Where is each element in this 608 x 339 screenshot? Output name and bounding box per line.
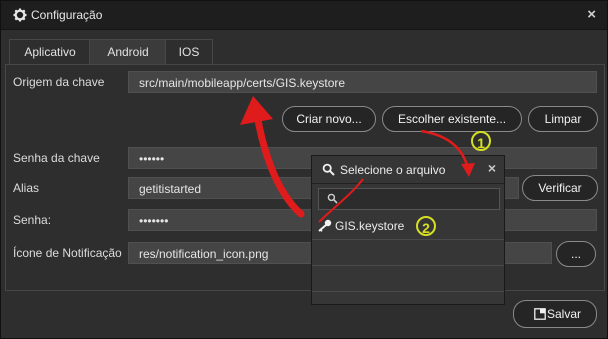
escolher-existente-button[interactable]: Escolher existente... — [382, 106, 522, 132]
file-picker-popup: Selecione o arquivo × GIS.keystore — [311, 155, 505, 305]
tab-ios[interactable]: IOS — [165, 39, 213, 65]
save-icon — [534, 308, 546, 320]
step-2-marker: 2 — [416, 216, 436, 236]
list-item-label: GIS.keystore — [335, 219, 405, 233]
tab-aplicativo[interactable]: Aplicativo — [9, 39, 91, 65]
file-picker-header: Selecione o arquivo × — [312, 156, 504, 184]
file-picker-title: Selecione o arquivo — [340, 163, 446, 177]
salvar-label: Salvar — [546, 307, 581, 321]
window-title: Configuração — [31, 8, 103, 22]
tab-android[interactable]: Android — [89, 39, 167, 65]
senha-label: Senha: — [13, 213, 52, 227]
file-search-input[interactable] — [318, 188, 500, 210]
origem-field[interactable]: src/main/mobileapp/certs/GIS.keystore — [128, 71, 597, 93]
close-icon[interactable]: × — [488, 160, 496, 176]
list-item — [312, 265, 504, 292]
criar-novo-button[interactable]: Criar novo... — [282, 106, 376, 132]
browse-button[interactable]: ... — [556, 241, 596, 267]
list-item — [312, 239, 504, 266]
list-item[interactable]: GIS.keystore — [312, 213, 504, 239]
salvar-button[interactable]: Salvar — [513, 300, 597, 328]
verificar-button[interactable]: Verificar — [522, 175, 598, 201]
search-icon — [327, 193, 338, 204]
limpar-button[interactable]: Limpar — [528, 106, 598, 132]
step-1-marker: 1 — [471, 131, 491, 151]
origem-label: Origem da chave — [13, 75, 105, 89]
search-icon — [322, 163, 335, 176]
list-item — [312, 291, 504, 304]
icone-notificacao-label: Ícone de Notificação — [13, 246, 122, 260]
gear-icon — [13, 8, 27, 22]
alias-label: Alias — [13, 181, 40, 195]
close-icon[interactable]: × — [587, 6, 596, 23]
key-icon — [318, 219, 332, 232]
config-window: Configuração × Aplicativo Android IOS Or… — [0, 0, 608, 339]
senha-chave-label: Senha da chave — [13, 151, 100, 165]
title-bar: Configuração × — [1, 1, 607, 30]
